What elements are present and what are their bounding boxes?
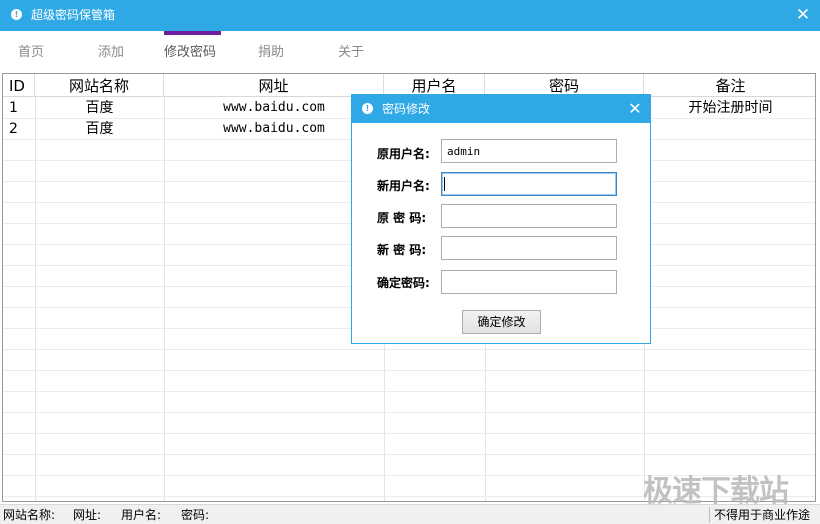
dialog-title-bar: ! 密码修改 ✕ [352,95,650,123]
menu-item-change-password[interactable]: 修改密码 [164,31,222,73]
new-username-field[interactable] [441,172,617,196]
row-divider [3,349,815,350]
menu-item-donate[interactable]: 捐助 [258,31,284,73]
window-title: 超级密码保管箱 [31,8,116,22]
column-header-site-name[interactable]: 网站名称 [35,74,164,97]
new-password-field[interactable] [441,236,617,260]
status-password-label: 密码: [181,508,210,522]
old-username-field[interactable] [441,139,617,163]
row-divider [3,370,815,371]
dialog-title: 密码修改 [382,102,431,116]
status-site-name-label: 网站名称: [3,508,56,522]
cell-site-name: 百度 [85,121,114,137]
old-password-label: 原 密 码: [377,211,427,225]
menu-item-about[interactable]: 关于 [338,31,364,73]
column-header-id[interactable]: ID [3,74,35,97]
title-bar: ! 超级密码保管箱 ✕ [0,0,820,31]
row-divider [3,412,815,413]
confirm-change-button[interactable]: 确定修改 [462,310,541,334]
old-username-label: 原用户名: [377,147,430,161]
app-info-icon: ! [11,9,22,20]
confirm-password-label: 确定密码: [377,276,430,290]
new-password-label: 新 密 码: [377,243,427,257]
confirm-password-field[interactable] [441,270,617,294]
menu-bar: 首页 添加 修改密码 捐助 关于 [0,31,820,73]
change-password-dialog: ! 密码修改 ✕ 原用户名: 新用户名: 原 密 码: 新 密 码: 确定密码:… [351,94,651,344]
menu-item-add[interactable]: 添加 [98,31,124,73]
cell-site-name: 百度 [85,100,114,116]
text-caret [444,177,445,191]
window-close-button[interactable]: ✕ [792,4,814,26]
status-username-label: 用户名: [121,508,162,522]
status-url-label: 网址: [73,508,102,522]
old-password-field[interactable] [441,204,617,228]
cell-id: 1 [9,100,18,116]
row-divider [3,454,815,455]
row-divider [3,391,815,392]
menu-item-home[interactable]: 首页 [18,31,44,73]
dialog-close-button[interactable]: ✕ [624,98,646,120]
watermark-logo: 极速下载站 [643,474,789,509]
cell-note: 开始注册时间 [688,100,773,116]
column-header-note[interactable]: 备注 [644,74,815,97]
dialog-info-icon: ! [362,103,373,114]
new-username-label: 新用户名: [377,179,430,193]
row-divider [3,433,815,434]
cell-id: 2 [9,121,18,137]
